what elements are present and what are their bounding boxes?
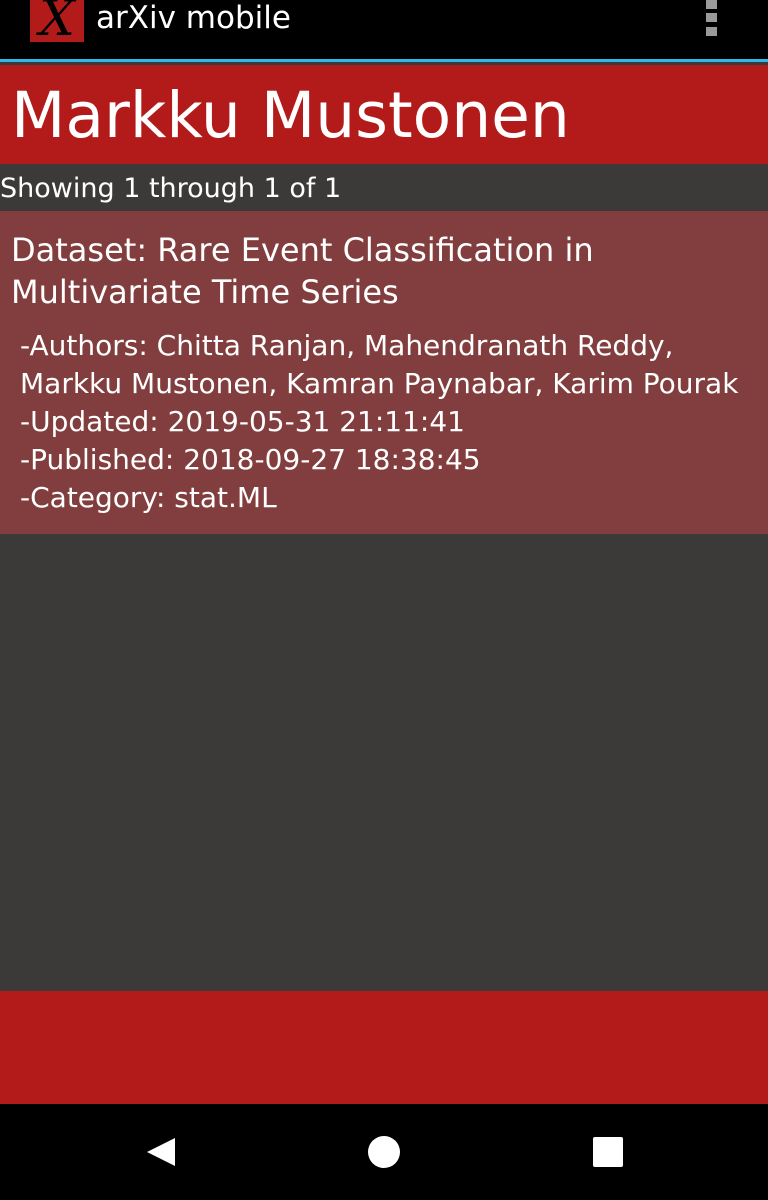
footer-bar xyxy=(0,991,768,1104)
app-title: arXiv mobile xyxy=(96,0,291,36)
list-item[interactable]: Dataset: Rare Event Classification in Mu… xyxy=(0,211,768,534)
menu-dot xyxy=(706,0,717,9)
menu-dot xyxy=(706,13,717,22)
more-vert-icon[interactable] xyxy=(698,0,726,40)
page-header: Markku Mustonen xyxy=(0,65,768,164)
logo-glyph: X xyxy=(39,0,75,42)
results-count: Showing 1 through 1 of 1 xyxy=(0,173,342,204)
page-title: Markku Mustonen xyxy=(11,79,570,152)
recents-square-icon[interactable] xyxy=(580,1124,636,1180)
paper-meta: -Authors: Chitta Ranjan, Mahendranath Re… xyxy=(20,327,760,517)
paper-category: -Category: stat.ML xyxy=(20,481,277,514)
paper-authors: -Authors: Chitta Ranjan, Mahendranath Re… xyxy=(20,329,739,400)
home-circle-icon[interactable] xyxy=(356,1124,412,1180)
screen: X arXiv mobile Markku Mustonen Showing 1… xyxy=(0,0,768,1200)
arxiv-logo-icon[interactable]: X xyxy=(30,0,84,42)
menu-dot xyxy=(706,27,717,36)
action-bar: X arXiv mobile xyxy=(0,0,768,62)
paper-title: Dataset: Rare Event Classification in Mu… xyxy=(11,231,594,311)
paper-updated: -Updated: 2019-05-31 21:11:41 xyxy=(20,405,465,438)
paper-published: -Published: 2018-09-27 18:38:45 xyxy=(20,443,481,476)
back-triangle-icon[interactable] xyxy=(132,1124,188,1180)
system-nav-bar xyxy=(0,1104,768,1200)
